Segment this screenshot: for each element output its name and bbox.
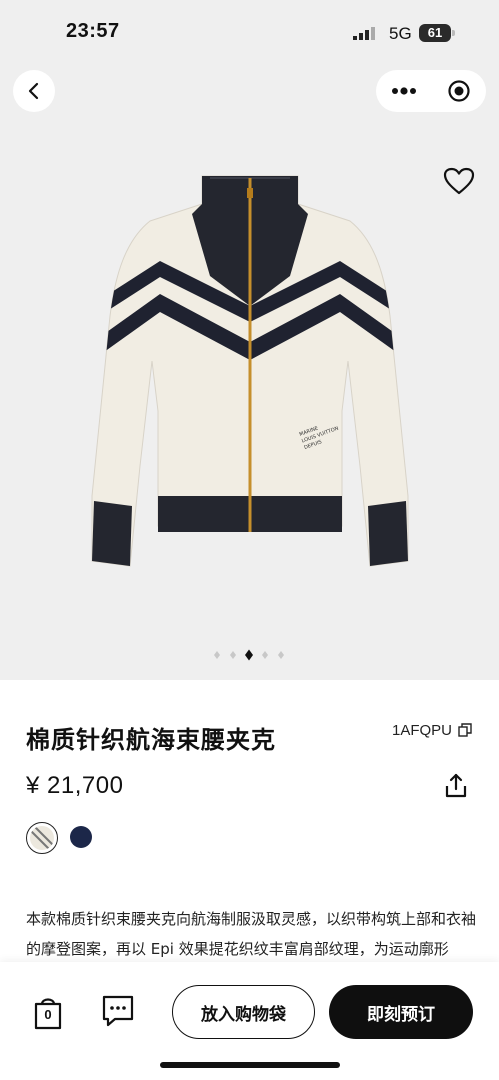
status-time: 23:57 — [66, 20, 120, 42]
product-description: 本款棉质针织束腰夹克向航海制服汲取灵感，以织带构筑上部和衣袖的摩登图案，再以 E… — [26, 910, 477, 958]
favorite-button[interactable] — [440, 162, 478, 200]
signal-icon — [353, 27, 375, 40]
more-button[interactable] — [376, 70, 431, 112]
striped-swatch-icon — [30, 826, 54, 850]
product-gallery[interactable]: 23:57 5G 61 MARINE LOUIS VUITTON DEPUIS — [0, 0, 499, 680]
share-icon[interactable] — [443, 772, 469, 800]
heart-icon — [443, 167, 475, 195]
back-button[interactable] — [13, 70, 55, 112]
home-indicator — [160, 1062, 340, 1068]
miniprogram-capsule — [376, 70, 486, 112]
network-label: 5G — [389, 24, 412, 43]
buy-now-button[interactable]: 即刻预订 — [329, 985, 473, 1039]
copy-icon[interactable] — [458, 723, 472, 737]
capsule-close-icon — [447, 80, 470, 102]
carousel-dots[interactable] — [212, 648, 292, 662]
carousel-dot-active — [245, 649, 253, 661]
more-dots-icon — [391, 87, 416, 95]
carousel-dot — [262, 651, 268, 659]
color-swatch-navy[interactable] — [70, 826, 92, 848]
bag-count: 0 — [44, 1007, 52, 1022]
add-to-cart-button[interactable]: 放入购物袋 — [172, 985, 315, 1039]
back-arrow-icon — [28, 82, 39, 100]
carousel-dot — [230, 651, 236, 659]
capsule-close-button[interactable] — [431, 70, 486, 112]
product-sku: 1AFQPU — [392, 722, 453, 739]
battery-level: 61 — [427, 25, 443, 40]
battery-indicator: 61 — [419, 24, 455, 42]
product-price: ¥ 21,700 — [26, 772, 124, 799]
carousel-dot — [214, 651, 220, 659]
bottom-action-bar: 0 放入购物袋 即刻预订 — [0, 962, 499, 1080]
chat-icon[interactable] — [101, 994, 135, 1028]
status-bar: 23:57 5G 61 — [0, 0, 499, 66]
shopping-bag-button[interactable]: 0 — [32, 994, 64, 1030]
product-image: MARINE LOUIS VUITTON DEPUIS — [91, 175, 409, 567]
product-title: 棉质针织航海束腰夹克 — [26, 726, 276, 754]
carousel-dot — [278, 651, 284, 659]
color-swatch-white[interactable] — [26, 822, 58, 854]
